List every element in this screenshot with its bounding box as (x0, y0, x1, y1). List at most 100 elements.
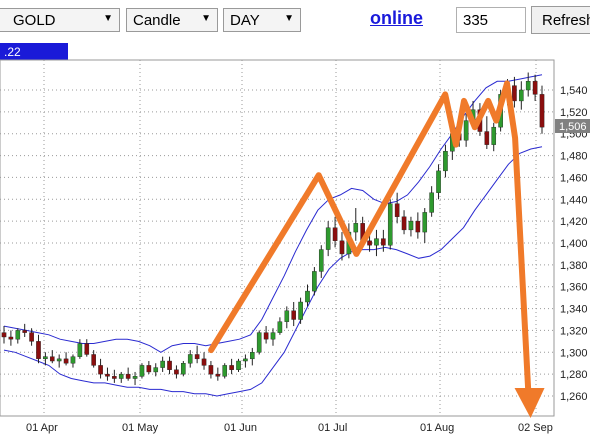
candle-body (381, 238, 386, 246)
candle-body (63, 358, 69, 364)
y-tick-label: 1,380 (560, 260, 588, 272)
candle-body (56, 358, 62, 362)
chart-header-text: .22 (4, 45, 21, 59)
candle-body (401, 216, 407, 231)
candle-body (43, 356, 48, 360)
y-tick-label: 1,360 (560, 282, 588, 294)
candle-body (325, 227, 331, 250)
candle-body (194, 354, 200, 360)
chevron-down-icon: ▼ (201, 13, 211, 24)
x-tick-label: 01 Jun (224, 422, 257, 434)
y-tick-label: 1,460 (560, 172, 588, 184)
candle-body (243, 358, 248, 362)
y-tick-label: 1,340 (560, 304, 588, 316)
candle-body (491, 126, 497, 145)
symbol-value: GOLD (13, 12, 56, 29)
candle-body (167, 360, 172, 370)
candle-body (525, 81, 531, 91)
price-badge: 1,506 (555, 119, 590, 133)
period-select[interactable]: DAY ▼ (223, 8, 301, 32)
candle-body (112, 376, 117, 379)
candle-body (422, 212, 428, 233)
chart-style-select[interactable]: Candle ▼ (126, 8, 218, 32)
candle-body (236, 360, 241, 370)
x-tick-label: 02 Sep (518, 422, 553, 434)
candle-body (118, 373, 124, 379)
candle (139, 363, 145, 379)
candle (222, 363, 228, 379)
y-tick-label: 1,480 (560, 151, 588, 163)
candle-body (532, 81, 538, 95)
price-badge-text: 1,506 (559, 121, 587, 133)
candle (387, 199, 393, 250)
symbol-select[interactable]: GOLD ▼ (0, 8, 120, 32)
candle-body (339, 240, 345, 255)
chevron-down-icon: ▼ (103, 13, 113, 24)
chart-style-value: Candle (133, 12, 181, 29)
candle-body (229, 365, 234, 370)
candle-body (250, 352, 255, 360)
candle-body (256, 332, 262, 353)
candle-body (160, 360, 165, 368)
candle-body (298, 301, 303, 320)
y-tick-label: 1,420 (560, 216, 588, 228)
candle-body (394, 203, 400, 217)
y-tick-label: 1,520 (560, 107, 588, 119)
y-tick-label: 1,260 (560, 391, 588, 403)
y-tick-label: 1,320 (560, 325, 588, 337)
candle-body (49, 356, 55, 362)
candle-body (270, 332, 276, 340)
candle-body (84, 343, 90, 355)
x-tick-label: 01 Jul (318, 422, 347, 434)
candle-body (181, 363, 186, 375)
candle-body (408, 220, 414, 231)
chevron-down-icon: ▼ (284, 13, 294, 24)
y-tick-label: 1,400 (560, 238, 588, 250)
candle-body (1, 332, 7, 338)
candle-body (312, 271, 317, 292)
x-tick-label: 01 Aug (420, 422, 454, 434)
candle-body (519, 89, 524, 102)
bar-count-input[interactable] (456, 7, 526, 33)
candle-body (305, 290, 310, 303)
candle-body (132, 376, 138, 379)
candle-body (353, 223, 359, 233)
candle-body (77, 343, 83, 357)
candle-body (387, 203, 393, 246)
candle-body (415, 220, 421, 233)
x-tick-label: 01 Apr (26, 422, 58, 434)
candle-body (463, 120, 469, 141)
candle-body (15, 330, 21, 340)
candle-body (70, 356, 76, 364)
candle-body (146, 365, 152, 373)
candle-body (8, 336, 14, 340)
candle-body (187, 354, 193, 364)
toolbar: GOLD ▼ Candle ▼ DAY ▼ online Refresh (0, 0, 590, 40)
candle-body (22, 330, 27, 333)
refresh-button[interactable]: Refresh (531, 6, 590, 34)
candle-body (429, 192, 434, 213)
candle-body (291, 310, 296, 320)
candle-body (174, 369, 179, 375)
x-tick-label: 01 May (122, 422, 159, 434)
candle-body (36, 341, 41, 360)
period-value: DAY (230, 12, 260, 29)
x-axis-labels: 01 Apr 01 May 01 Jun 01 Jul 01 Aug 02 Sep (26, 422, 553, 434)
candle (312, 267, 317, 296)
candle-body (539, 94, 545, 128)
candle-body (277, 321, 283, 333)
candle-body (263, 332, 269, 340)
candle-body (512, 85, 517, 102)
candle-body (98, 365, 103, 375)
candle-body (318, 249, 324, 272)
candle-body (367, 240, 372, 246)
candle (181, 361, 186, 377)
online-link[interactable]: online (370, 8, 423, 29)
candle-body (208, 365, 214, 375)
candle-body (443, 150, 448, 172)
candle-body (215, 373, 221, 377)
candle-body (29, 332, 34, 342)
candle-body (153, 367, 159, 373)
candle-body (436, 170, 441, 193)
candle-body (222, 365, 228, 377)
